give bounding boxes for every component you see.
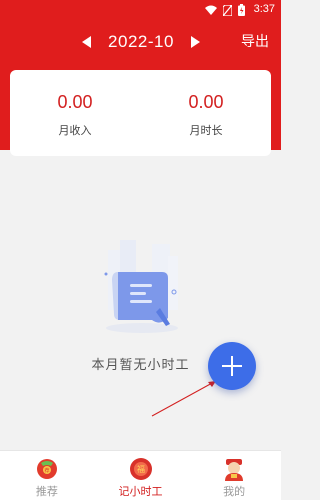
tab-label-record-hourly: 记小时工 — [118, 485, 163, 498]
income-value: 0.00 — [57, 92, 93, 112]
bottom-tab-bar: 荐 推荐 福 记小时工 我的 — [0, 450, 281, 500]
export-button[interactable]: 导出 — [241, 31, 269, 51]
month-navigator: 2022-10 — [80, 30, 202, 54]
recommend-badge-text: 荐 — [44, 467, 49, 474]
annotation-arrow — [151, 381, 216, 417]
battery-icon — [238, 4, 245, 16]
status-time: 3:37 — [253, 3, 275, 15]
tab-recommend[interactable]: 荐 推荐 — [0, 451, 94, 500]
income-stat: 0.00 月收入 — [20, 90, 130, 138]
hours-label: 月时长 — [189, 124, 223, 137]
current-month[interactable]: 2022-10 — [108, 32, 174, 52]
no-sim-icon — [223, 4, 232, 16]
add-worker-button[interactable] — [208, 342, 256, 390]
empty-document-icon — [104, 240, 178, 333]
income-label: 月收入 — [58, 124, 92, 137]
lucky-badge-text: 福 — [137, 465, 145, 474]
tab-record-hourly[interactable]: 福 记小时工 — [94, 451, 188, 500]
tab-label-recommend: 推荐 — [35, 485, 58, 498]
status-bar: 3:37 — [0, 0, 281, 22]
lucky-bag-icon: 福 — [129, 458, 152, 480]
tab-mine[interactable]: 我的 — [187, 451, 281, 500]
hours-stat: 0.00 月时长 — [151, 90, 261, 138]
status-icons — [205, 4, 245, 16]
prev-month-button[interactable] — [80, 35, 94, 49]
caret-right-icon — [190, 36, 200, 48]
summary-card: 0.00 月收入 0.00 月时长 — [10, 70, 271, 156]
red-envelope-icon: 荐 — [36, 459, 57, 479]
next-month-button[interactable] — [188, 35, 202, 49]
empty-illustration — [90, 240, 190, 335]
tab-label-mine: 我的 — [223, 485, 246, 498]
god-of-wealth-avatar-icon — [225, 459, 244, 481]
hours-value: 0.00 — [188, 92, 224, 112]
caret-left-icon — [82, 36, 91, 48]
plus-icon — [222, 356, 242, 376]
wifi-icon — [205, 5, 217, 15]
